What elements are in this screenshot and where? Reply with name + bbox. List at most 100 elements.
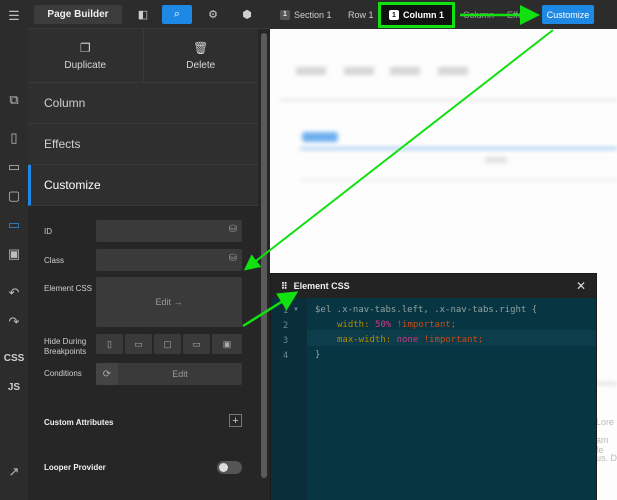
code-property: width: [337, 320, 370, 330]
laptop-breakpoint-icon[interactable]: ▭ [183, 334, 210, 354]
gear-icon[interactable]: ⚙ [202, 5, 224, 24]
tab-pill [302, 132, 338, 142]
text-line [485, 157, 507, 163]
conditions-label: Conditions [44, 369, 82, 378]
editor-title: Element CSS [293, 281, 350, 291]
panel-scrollbar[interactable] [258, 29, 270, 500]
editor-header[interactable]: ⠿ Element CSS ✕ [271, 274, 596, 298]
class-label: Class [44, 256, 65, 265]
body-text: am fe [596, 435, 609, 455]
breadcrumb: 1 Section 1 Row 1 1 Column 1 Column Effe… [270, 0, 617, 29]
delete-label: Delete [186, 59, 216, 71]
element-css-label: Element CSS [44, 284, 93, 293]
breadcrumb-index: 1 [389, 10, 399, 20]
trash-icon: 🗑 [193, 40, 209, 55]
tab-underline [300, 147, 617, 150]
code-important: !important; [396, 320, 457, 330]
line-number: 4 [283, 351, 289, 361]
line-gutter [271, 298, 307, 500]
inspector-panel: ❐ Duplicate 🗑 Delete Column Effects Cust… [28, 29, 258, 500]
nav-item [344, 67, 374, 75]
nav-item [390, 67, 420, 75]
elements-icon[interactable]: ⧉ [0, 88, 28, 112]
tablet-breakpoint-icon[interactable]: ▭ [0, 155, 28, 179]
body-text: Lore [596, 417, 615, 427]
hide-breakpoints-label: Hide During Breakpoints [44, 337, 87, 356]
breadcrumb-section[interactable]: 1 Section 1 [280, 6, 332, 23]
nav-item [296, 67, 326, 75]
code-line[interactable]: width: 50% !important; [337, 320, 456, 330]
id-field[interactable]: ⛁ [96, 220, 242, 242]
breadcrumb-label: Row 1 [348, 9, 374, 20]
code-selector: $el .x-nav-tabs.left, .x-nav-tabs.right … [315, 305, 538, 315]
duplicate-button[interactable]: ❐ Duplicate [28, 29, 143, 82]
section-customize[interactable]: Customize [28, 165, 258, 206]
breadcrumb-row[interactable]: Row 1 [348, 6, 374, 23]
fold-icon[interactable]: ▼ [293, 307, 299, 313]
breadcrumb-effects-tab[interactable]: Effe [507, 6, 523, 23]
mobile-breakpoint-icon[interactable]: ▯ [96, 334, 123, 354]
line-number: 3 [283, 336, 289, 346]
desktop-breakpoint-icon[interactable]: ▣ [0, 242, 28, 266]
conditions-edit[interactable]: ⟳ Edit [96, 363, 242, 385]
code-property: max-width: [337, 335, 392, 345]
looper-provider-label: Looper Provider [44, 463, 106, 472]
mobile-breakpoint-icon[interactable]: ▯ [0, 126, 28, 150]
divider [300, 179, 617, 181]
element-actions: ❐ Duplicate 🗑 Delete [28, 29, 258, 83]
body-text: us. D [596, 453, 617, 463]
looper-provider-toggle[interactable] [217, 461, 242, 474]
layout-icon[interactable]: ◧ [132, 5, 154, 24]
divider [595, 383, 617, 384]
js-button[interactable]: JS [0, 375, 28, 399]
left-rail: ☰ ⧉ ▯ ▭ ▢ ▭ ▣ ↶ ↷ CSS JS ↗ [0, 0, 28, 500]
breadcrumb-index: 1 [280, 9, 290, 20]
breakpoint-toggles: ▯ ▭ ▢ ▭ ▣ [96, 334, 242, 354]
drag-handle-icon[interactable]: ⠿ [281, 281, 288, 292]
duplicate-label: Duplicate [64, 59, 107, 71]
redo-icon[interactable]: ↷ [0, 310, 28, 334]
nav-item [438, 67, 468, 75]
exit-icon[interactable]: ↗ [0, 460, 28, 484]
id-label: ID [44, 227, 52, 236]
breadcrumb-label: Section 1 [294, 9, 332, 20]
search-icon[interactable]: ⌕ [162, 5, 192, 24]
menu-icon[interactable]: ☰ [0, 4, 28, 28]
line-number: 1 [283, 306, 289, 316]
close-icon[interactable]: ✕ [576, 279, 586, 293]
tablet-portrait-breakpoint-icon[interactable]: ▢ [154, 334, 181, 354]
desktop-breakpoint-icon[interactable]: ▣ [212, 334, 242, 354]
line-number: 2 [283, 321, 289, 331]
code-line[interactable]: $el .x-nav-tabs.left, .x-nav-tabs.right … [315, 305, 537, 315]
add-attribute-icon[interactable]: + [229, 414, 242, 427]
undo-icon[interactable]: ↶ [0, 281, 28, 305]
duplicate-icon: ❐ [79, 40, 91, 55]
element-css-editor: ⠿ Element CSS ✕ 1 2 3 4 ▼ $el .x-nav-tab… [271, 274, 596, 500]
divider [280, 99, 617, 101]
delete-button[interactable]: 🗑 Delete [142, 29, 259, 82]
css-button[interactable]: CSS [0, 346, 28, 370]
laptop-breakpoint-icon[interactable]: ▭ [0, 213, 28, 237]
tablet-portrait-breakpoint-icon[interactable]: ▢ [0, 184, 28, 208]
section-column[interactable]: Column [28, 83, 258, 124]
breadcrumb-column[interactable]: 1 Column 1 [378, 2, 456, 28]
database-icon[interactable]: ⛁ [229, 224, 237, 235]
custom-attributes-label: Custom Attributes [44, 418, 114, 427]
conditions-edit-label: Edit [172, 369, 188, 379]
section-effects[interactable]: Effects [28, 124, 258, 165]
page-builder-button[interactable]: Page Builder [34, 5, 122, 24]
scrollbar-thumb[interactable] [261, 33, 267, 478]
database-icon[interactable]: ⛁ [229, 253, 237, 264]
class-field[interactable]: ⛁ [96, 249, 242, 271]
code-important: !important; [423, 335, 484, 345]
customize-button[interactable]: Customize [542, 5, 594, 24]
code-line[interactable]: } [315, 350, 320, 360]
tablet-breakpoint-icon[interactable]: ▭ [125, 334, 152, 354]
customize-controls: ID ⛁ Class ⛁ Element CSS Edit → Hide Dur… [28, 206, 258, 500]
code-line[interactable]: max-width: none !important; [337, 335, 483, 345]
breadcrumb-column-tab[interactable]: Column [463, 6, 494, 23]
cube-icon[interactable]: ⬢ [236, 5, 258, 24]
code-value: 50% [374, 320, 392, 330]
element-css-edit[interactable]: Edit → [96, 277, 242, 327]
refresh-icon: ⟳ [96, 363, 118, 385]
